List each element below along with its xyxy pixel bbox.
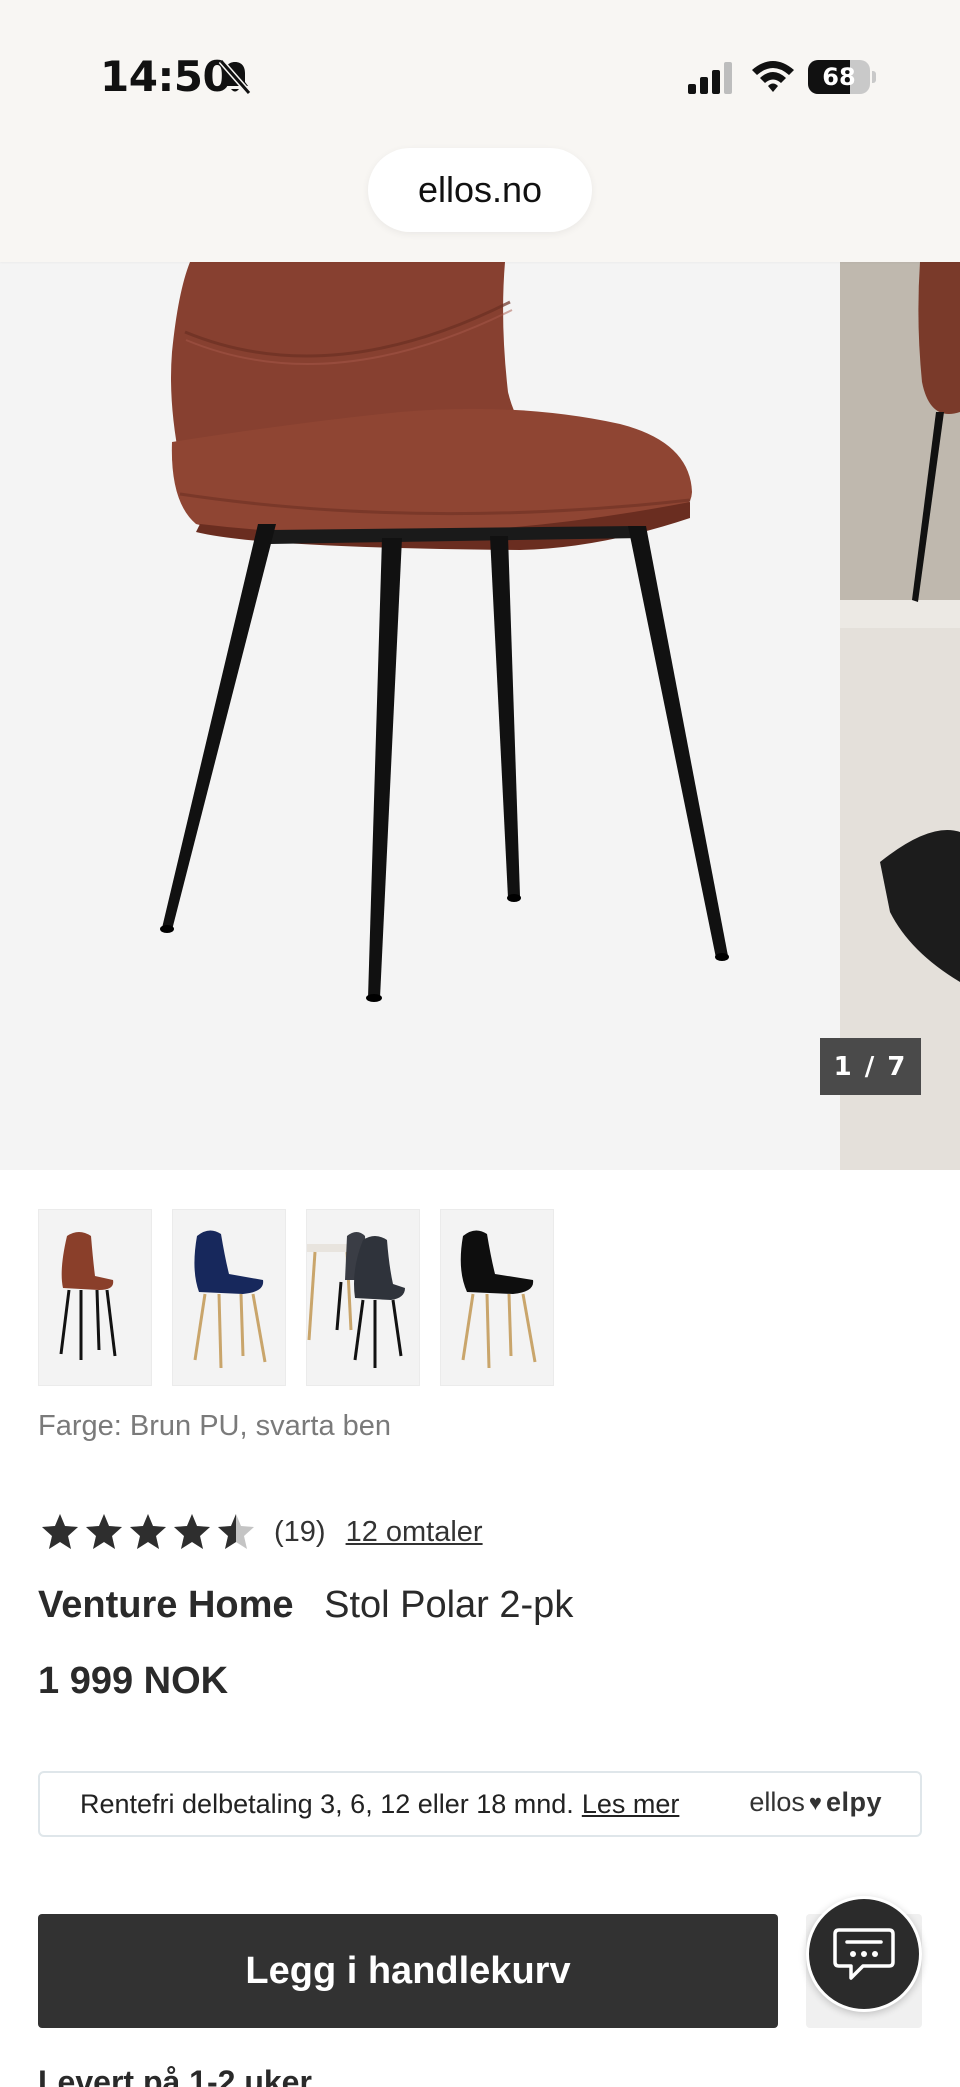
cellular-signal-icon [688, 62, 732, 94]
rating-count: (19) [274, 1515, 326, 1548]
heart-icon: ♥ [808, 1789, 822, 1815]
financing-read-more-link[interactable]: Les mer [582, 1789, 680, 1820]
star-full-icon [174, 1514, 210, 1549]
product-main-image[interactable] [0, 262, 840, 1170]
color-label: Farge: Brun PU, svarta ben [38, 1410, 391, 1443]
product-title: Venture Home Stol Polar 2-pk [38, 1584, 573, 1627]
chat-button[interactable] [806, 1896, 922, 2012]
thumbnail-blue-chair[interactable] [172, 1209, 286, 1386]
thumbnail-strip [38, 1209, 558, 1386]
star-half-icon [218, 1514, 254, 1549]
status-time: 14:50 [100, 52, 232, 101]
browser-header: 14:50 68 ellos.no [0, 0, 960, 262]
elpy-logo-text: elpy [825, 1787, 882, 1817]
color-value: Brun PU, svarta ben [129, 1410, 392, 1442]
product-brand[interactable]: Venture Home [38, 1584, 294, 1626]
add-to-cart-button[interactable]: Legg i handlekurv [38, 1914, 778, 2028]
product-gallery[interactable]: 1 / 7 [0, 262, 960, 1170]
star-rating[interactable] [40, 1512, 256, 1552]
chat-icon [833, 1928, 895, 1980]
wifi-icon [752, 61, 794, 92]
thumbnail-brown-chair[interactable] [38, 1209, 152, 1386]
reviews-link[interactable]: 12 omtaler [346, 1516, 483, 1549]
delivery-info: Levert på 1-2 uker [38, 2064, 312, 2087]
financing-banner[interactable]: Rentefri delbetaling 3, 6, 12 eller 18 m… [38, 1771, 922, 1837]
product-name: Stol Polar 2-pk [324, 1584, 574, 1626]
ellos-elpy-logo: ellos ♥ elpy [749, 1787, 882, 1818]
financing-text: Rentefri delbetaling 3, 6, 12 eller 18 m… [80, 1788, 574, 1819]
bell-off-icon [218, 59, 252, 95]
url-bar[interactable]: ellos.no [368, 148, 592, 232]
star-full-icon [42, 1514, 78, 1549]
color-label-prefix: Farge: [38, 1410, 122, 1442]
battery-level: 68 [822, 63, 856, 91]
product-next-image[interactable] [840, 262, 960, 1170]
star-full-icon [86, 1514, 122, 1549]
rating-row: (19) 12 omtaler [40, 1505, 483, 1559]
star-full-icon [130, 1514, 166, 1549]
thumbnail-black-chair[interactable] [440, 1209, 554, 1386]
battery-icon: 68 [808, 60, 876, 94]
image-counter: 1 / 7 [820, 1038, 921, 1095]
thumbnail-dining-set[interactable] [306, 1209, 420, 1386]
product-price: 1 999 NOK [38, 1660, 229, 1702]
ellos-logo-text: ellos [749, 1787, 805, 1817]
